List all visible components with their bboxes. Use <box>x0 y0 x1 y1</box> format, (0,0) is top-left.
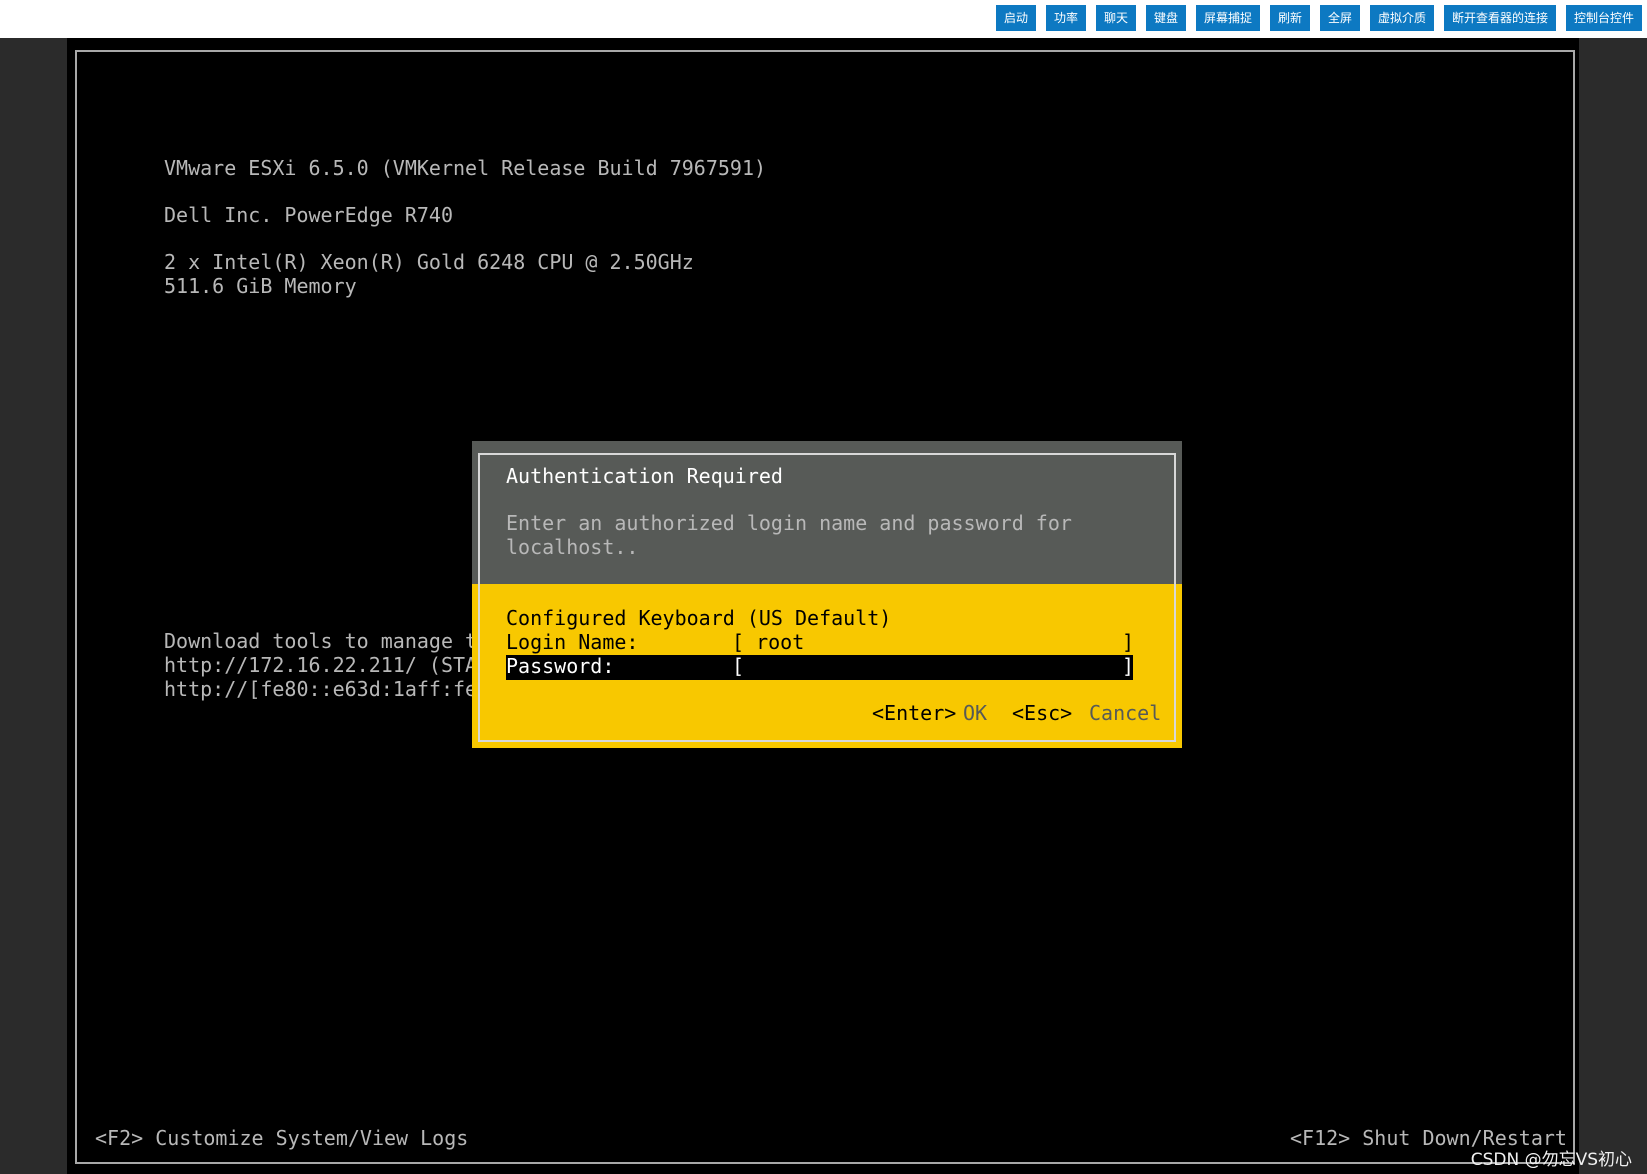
ipv6-url-text: http://[fe80::e63d:1aff:fe <box>164 677 478 701</box>
fullscreen-button[interactable]: 全屏 <box>1320 5 1360 31</box>
dialog-border <box>478 453 1176 742</box>
cpu-info-text: 2 x Intel(R) Xeon(R) Gold 6248 CPU @ 2.5… <box>164 250 694 274</box>
dialog-description-line1: Enter an authorized login name and passw… <box>506 511 1072 535</box>
screen-capture-button[interactable]: 屏幕捕捉 <box>1196 5 1260 31</box>
login-name-field[interactable]: [ root <box>732 630 804 654</box>
enter-key-hint: <Enter> <box>872 701 957 725</box>
console-controls-button[interactable]: 控制台控件 <box>1566 5 1642 31</box>
virtual-media-button[interactable]: 虚拟介质 <box>1370 5 1434 31</box>
authentication-dialog: Authentication Required Enter an authori… <box>472 441 1182 748</box>
cancel-button[interactable]: Cancel <box>1089 701 1161 725</box>
keyboard-layout-text: Configured Keyboard (US Default) <box>506 606 892 630</box>
keyboard-button[interactable]: 键盘 <box>1146 5 1186 31</box>
memory-info-text: 511.6 GiB Memory <box>164 274 357 298</box>
power-button[interactable]: 功率 <box>1046 5 1086 31</box>
disconnect-viewer-button[interactable]: 断开查看器的连接 <box>1444 5 1556 31</box>
chat-button[interactable]: 聊天 <box>1096 5 1136 31</box>
server-model-text: Dell Inc. PowerEdge R740 <box>164 203 453 227</box>
ipv4-url-text: http://172.16.22.211/ (STA <box>164 653 478 677</box>
refresh-button[interactable]: 刷新 <box>1270 5 1310 31</box>
download-tools-text: Download tools to manage t <box>164 629 478 653</box>
login-name-field-end: ] <box>1122 630 1135 654</box>
viewer-toolbar: 启动 功率 聊天 键盘 屏幕捕捉 刷新 全屏 虚拟介质 断开查看器的连接 控制台… <box>0 0 1647 38</box>
csdn-watermark: CSDN @勿忘VS初心 <box>1470 1150 1632 1170</box>
password-label: Password: <box>506 654 615 678</box>
esxi-version-text: VMware ESXi 6.5.0 (VMKernel Release Buil… <box>164 156 767 180</box>
password-field-start: [ <box>732 654 745 678</box>
ok-button[interactable]: OK <box>963 701 987 725</box>
password-field-end: ] <box>1122 654 1135 678</box>
power-on-button[interactable]: 启动 <box>996 5 1036 31</box>
dialog-title: Authentication Required <box>506 464 783 488</box>
dialog-description-line2: localhost.. <box>506 535 639 559</box>
login-name-label: Login Name: <box>506 630 639 654</box>
f2-customize-text: <F2> Customize System/View Logs <box>95 1126 469 1150</box>
esc-key-hint: <Esc> <box>1012 701 1073 725</box>
